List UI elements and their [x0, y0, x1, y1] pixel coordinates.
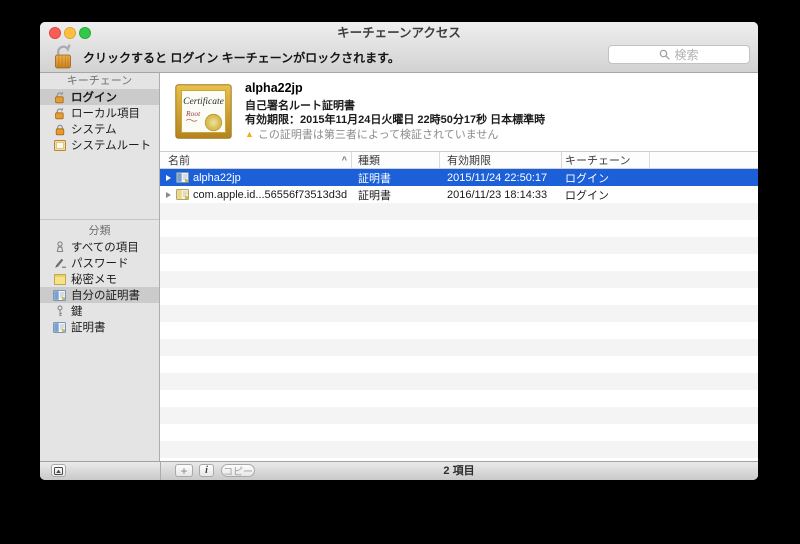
sidebar-item-all-items[interactable]: すべての項目 [40, 239, 159, 255]
lock-open-icon [53, 107, 66, 120]
disclosure-icon[interactable] [166, 191, 171, 198]
column-header-kind[interactable]: 種類 [352, 152, 440, 168]
table-row[interactable]: alpha22jp 証明書 2015/11/24 22:50:17 ログイン [160, 169, 758, 186]
row-expires: 2015/11/24 22:50:17 [447, 171, 548, 184]
secure-note-icon [53, 273, 66, 285]
row-keychain: ログイン [565, 172, 609, 185]
search-input[interactable]: 検索 [608, 45, 750, 64]
table-body: alpha22jp 証明書 2015/11/24 22:50:17 ログイン c… [160, 169, 758, 462]
key-icon [53, 305, 66, 317]
search-icon [659, 49, 671, 60]
empty-list-stripes [160, 203, 758, 462]
sidebar-item-keys[interactable]: 鍵 [40, 303, 159, 319]
row-expires: 2016/11/23 18:14:33 [447, 188, 548, 201]
window-title: キーチェーンアクセス [337, 26, 461, 40]
all-items-icon [53, 241, 66, 253]
certificate-detail-pane: Certificate Root alpha22jp 自己署名ルート証明書 有効… [160, 73, 758, 152]
lock-message: クリックすると ログイン キーチェーンがロックされます。 [83, 51, 400, 65]
sidebar-section-category: 分類 [88, 225, 111, 237]
certificate-large-icon: Certificate Root [175, 84, 232, 144]
toggle-keychains-button[interactable] [51, 464, 66, 477]
table-header: 名前 ^ 種類 有効期限 キーチェーン [160, 152, 758, 169]
row-kind: 証明書 [358, 189, 391, 202]
zoom-button[interactable] [79, 27, 91, 39]
keychain-access-window: キーチェーンアクセス クリックすると ログイン キーチェーンがロックされます。 … [40, 22, 758, 480]
system-root-icon [53, 139, 66, 151]
row-name: alpha22jp [193, 171, 241, 184]
sidebar-item-label: システムルート [71, 140, 152, 152]
sidebar-item-system-roots[interactable]: システムルート [40, 137, 159, 153]
sidebar-item-label: システム [71, 124, 117, 136]
sidebar: キーチェーン ログイン ローカル項目 システム システムルート 分類 すべての項… [40, 73, 160, 462]
column-header-spacer [650, 152, 758, 168]
item-count: 2 項目 [443, 465, 475, 477]
row-kind: 証明書 [358, 172, 391, 185]
content-area: Certificate Root alpha22jp 自己署名ルート証明書 有効… [160, 73, 758, 462]
sidebar-item-label: パスワード [71, 258, 129, 270]
row-certificate-icon [176, 189, 189, 200]
certificate-name: alpha22jp [245, 81, 303, 95]
svg-text:Root: Root [185, 109, 201, 118]
lock-open-icon [53, 91, 66, 104]
sidebar-item-local-items[interactable]: ローカル項目 [40, 105, 159, 121]
certificate-expiry: 有効期限：2015年11月24日火曜日 22時50分17秒 日本標準時 [245, 114, 546, 126]
sidebar-divider [40, 219, 159, 220]
row-certificate-icon [176, 172, 189, 183]
password-icon [53, 257, 66, 269]
my-certificates-icon [53, 289, 66, 301]
sidebar-item-secure-notes[interactable]: 秘密メモ [40, 271, 159, 287]
lock-closed-icon [53, 123, 66, 136]
window-header: キーチェーンアクセス クリックすると ログイン キーチェーンがロックされます。 … [40, 22, 758, 73]
sidebar-item-my-certificates[interactable]: 自分の証明書 [40, 287, 159, 303]
sort-ascending-icon: ^ [341, 155, 347, 165]
sidebar-item-login[interactable]: ログイン [40, 89, 159, 105]
column-header-name[interactable]: 名前 ^ [160, 152, 352, 168]
sidebar-item-label: 鍵 [71, 306, 83, 318]
disclosure-icon[interactable] [166, 174, 171, 181]
column-header-expires[interactable]: 有効期限 [440, 152, 562, 168]
svg-text:Certificate: Certificate [183, 96, 224, 107]
row-name: com.apple.id...56556f73513d3d [193, 188, 348, 201]
table-row[interactable]: com.apple.id...56556f73513d3d 証明書 2016/1… [160, 186, 758, 203]
search-placeholder: 検索 [674, 48, 699, 62]
keychains-panel-icon [54, 466, 63, 475]
sidebar-item-system[interactable]: システム [40, 121, 159, 137]
certificate-icon [53, 321, 66, 333]
status-bar: + i コピー 2 項目 [40, 461, 758, 480]
sidebar-item-label: ログイン [71, 92, 117, 104]
main-area: キーチェーン ログイン ローカル項目 システム システムルート 分類 すべての項… [40, 73, 758, 462]
close-button[interactable] [49, 27, 61, 39]
column-header-keychain[interactable]: キーチェーン [562, 152, 650, 168]
warning-icon: ▲ [245, 128, 254, 139]
sidebar-item-certificates[interactable]: 証明書 [40, 319, 159, 335]
unlocked-padlock-icon[interactable] [53, 43, 74, 74]
sidebar-item-passwords[interactable]: パスワード [40, 255, 159, 271]
sidebar-item-label: 秘密メモ [71, 274, 117, 286]
minimize-button[interactable] [64, 27, 76, 39]
certificate-warning: ▲ この証明書は第三者によって検証されていません [245, 126, 498, 142]
sidebar-section-keychains: キーチェーン [66, 75, 133, 87]
lock-toolbar: クリックすると ログイン キーチェーンがロックされます。 [40, 43, 400, 72]
sidebar-item-label: ローカル項目 [71, 108, 140, 120]
sidebar-item-label: 自分の証明書 [71, 290, 140, 302]
warning-text: この証明書は第三者によって検証されていません [257, 129, 499, 141]
sidebar-item-label: すべての項目 [71, 242, 139, 254]
sidebar-item-label: 証明書 [71, 322, 106, 334]
row-keychain: ログイン [565, 189, 609, 202]
